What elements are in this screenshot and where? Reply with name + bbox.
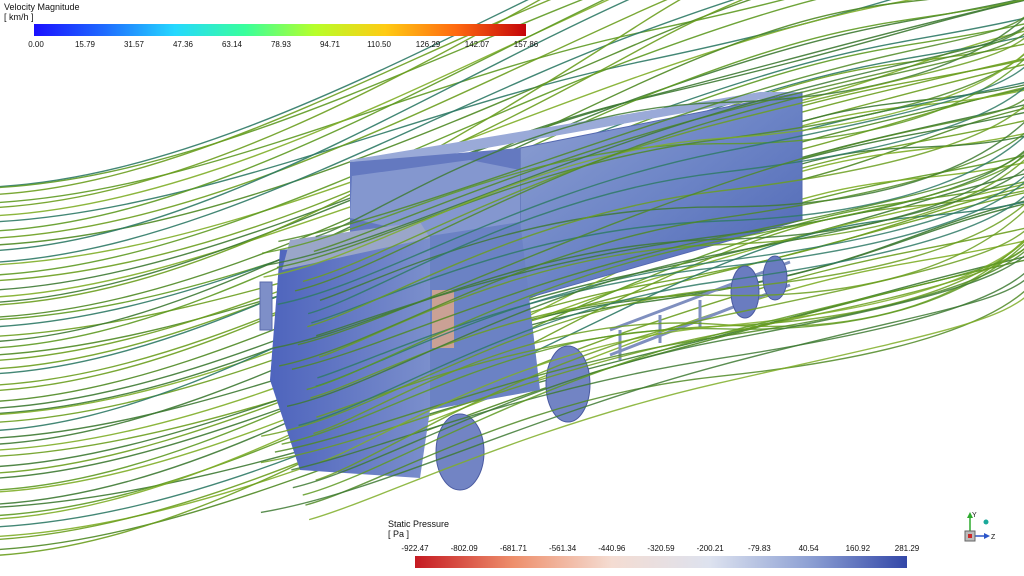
side-mirror	[259, 281, 273, 331]
velocity-tick-label: 126.29	[415, 40, 441, 49]
velocity-legend-unit: [ km/h ]	[4, 12, 34, 22]
velocity-tick-label: 15.79	[74, 40, 96, 49]
pressure-colorbar	[415, 556, 907, 568]
pressure-tick-label: -79.83	[748, 544, 771, 553]
velocity-tick-label: 31.57	[123, 40, 145, 49]
pressure-tick-label: -200.21	[696, 544, 724, 553]
velocity-legend-title: Velocity Magnitude	[4, 2, 80, 12]
axis-triad[interactable]: Y Z	[956, 508, 996, 548]
pressure-tick-label: 160.92	[845, 544, 871, 553]
pressure-legend-unit: [ Pa ]	[388, 529, 410, 539]
velocity-tick-label: 0.00	[28, 40, 44, 49]
velocity-tick-label: 110.50	[367, 40, 391, 49]
pressure-tick-label: -681.71	[499, 544, 527, 553]
velocity-tick-label: 157.86	[513, 40, 539, 49]
pressure-tick-label: 281.29	[894, 544, 920, 553]
pressure-tick-label: -561.34	[549, 544, 577, 553]
pressure-tick-label: -320.59	[647, 544, 675, 553]
3d-viewport[interactable]	[0, 0, 1024, 576]
x-axis-dot	[983, 519, 989, 525]
velocity-colorbar	[34, 24, 526, 36]
pressure-tick-label: -440.96	[598, 544, 626, 553]
trailer-wheel-2	[762, 255, 788, 301]
velocity-tick-label: 63.14	[221, 40, 243, 49]
velocity-tick-label: 47.36	[172, 40, 194, 49]
velocity-tick-label: 94.71	[319, 40, 341, 49]
velocity-tick-label: 78.93	[270, 40, 292, 49]
pressure-tick-label: -922.47	[401, 544, 429, 553]
velocity-tick-label: 142.07	[464, 40, 490, 49]
z-axis-head	[984, 533, 990, 539]
y-axis-label: Y	[972, 512, 977, 519]
pressure-legend-title: Static Pressure	[388, 519, 450, 529]
pressure-tick-label: 40.54	[798, 544, 819, 553]
z-axis-label: Z	[991, 534, 996, 541]
pressure-tick-label: -802.09	[450, 544, 478, 553]
triad-origin	[968, 534, 972, 538]
